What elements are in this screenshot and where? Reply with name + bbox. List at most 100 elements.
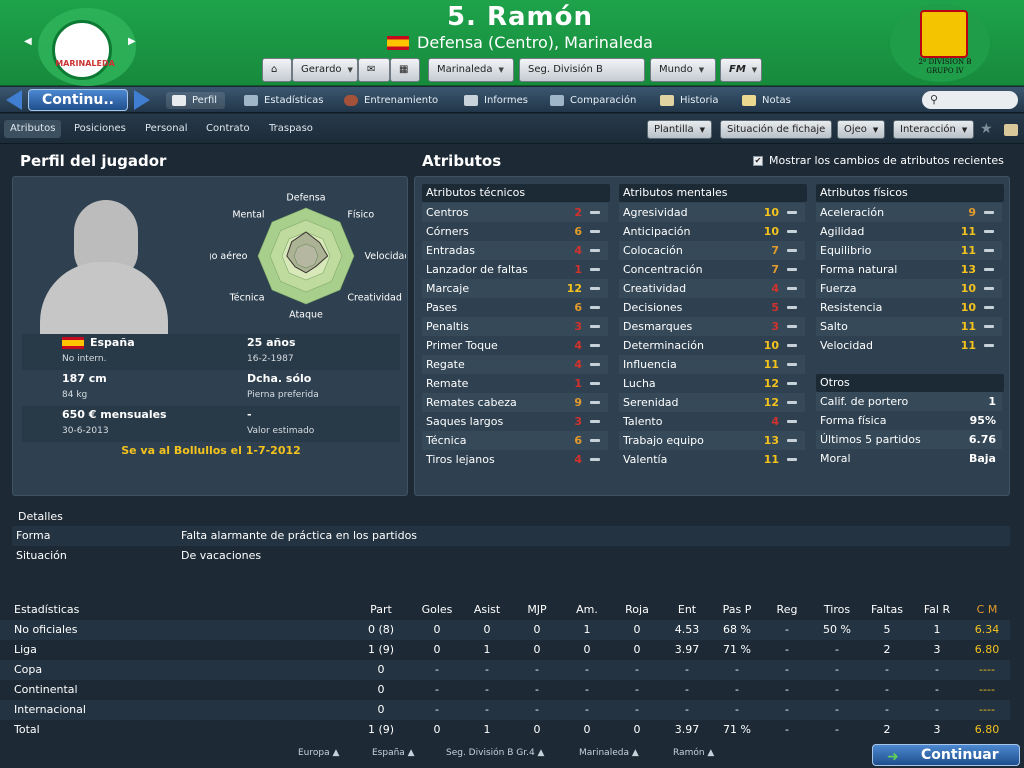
crest-prev-icon[interactable]: ◀	[24, 36, 32, 47]
tab-perfil[interactable]: Perfil	[166, 92, 226, 109]
attribute-name: Agresividad	[623, 206, 688, 219]
other-value: 95%	[969, 414, 996, 427]
details-heading: Detalles	[18, 510, 63, 523]
subtab-contrato[interactable]: Contrato	[200, 120, 256, 138]
star-icon[interactable]: ★	[980, 121, 993, 137]
attribute-value: 11	[960, 339, 976, 352]
attributes-heading: Atributos	[422, 152, 502, 170]
tab-historia[interactable]: Historia	[660, 92, 719, 109]
detail-value: Falta alarmante de práctica en los parti…	[181, 529, 418, 542]
attribute-value: 13	[960, 263, 976, 276]
plantilla-dropdown[interactable]: Plantilla ▼	[647, 120, 713, 139]
transfer-status-button[interactable]: Situación de fichaje	[720, 120, 833, 139]
continue-top-button[interactable]: Continu..	[28, 89, 128, 111]
stats-cell: -	[735, 683, 739, 696]
height-value: 187 cm	[62, 372, 107, 385]
stats-cell: 50 %	[823, 623, 851, 636]
stats-row: Total 1 (9) 0 1 0 0 0 3.97 71 % - - 2 3 6.80	[0, 720, 1010, 740]
club-crest-text: MARINALEDA	[55, 59, 115, 68]
stats-cell: 2	[883, 723, 891, 736]
tab-informes[interactable]: Informes	[464, 92, 528, 109]
continue-button[interactable]: ➜ Continuar	[872, 744, 1020, 766]
club-label: Marinaleda	[437, 64, 493, 75]
subtab-personal[interactable]: Personal	[139, 120, 194, 138]
back-arrow-icon[interactable]	[6, 90, 22, 110]
home-button[interactable]: ⌂	[262, 58, 292, 82]
subtab-traspaso[interactable]: Traspaso	[263, 120, 319, 138]
history-icon	[660, 95, 674, 106]
attribute-trend-icon	[590, 344, 600, 347]
stats-column-header: Tiros	[823, 603, 851, 616]
show-changes-checkbox[interactable]: ✔	[753, 156, 763, 166]
interaction-dropdown[interactable]: Interacción ▼	[893, 120, 975, 139]
attribute-name: Entradas	[426, 244, 475, 257]
inbox-button[interactable]: ✉	[358, 58, 390, 82]
attribute-row: Anticipación 10	[619, 222, 805, 241]
stats-cell: 0	[533, 643, 541, 656]
breadcrumb-item[interactable]: España ▲	[372, 748, 415, 758]
attribute-row: Serenidad 12	[619, 393, 805, 412]
stats-cell: ----	[979, 683, 995, 696]
stats-header-row: Estadísticas Part Goles Asist MJP Am. Roja Ent P…	[0, 600, 1010, 620]
attribute-trend-icon	[984, 211, 994, 214]
fm-menu-button[interactable]: FM ▼	[720, 58, 762, 82]
search-input[interactable]: ⚲	[922, 91, 1018, 109]
calendar-button[interactable]: ▦	[390, 58, 420, 82]
attribute-name: Saques largos	[426, 415, 504, 428]
league-logo[interactable]	[920, 10, 968, 58]
radar-label: Físico	[347, 210, 374, 221]
attribute-value: 4	[574, 358, 582, 371]
forward-arrow-icon[interactable]	[134, 90, 150, 110]
other-value: Baja	[968, 452, 996, 465]
stats-cell: -	[885, 683, 889, 696]
tab-estadisticas[interactable]: Estadísticas	[244, 92, 323, 109]
manager-dropdown[interactable]: Gerardo ▼	[292, 58, 358, 82]
scout-dropdown[interactable]: Ojeo ▼	[837, 120, 886, 139]
stats-cell: 3	[933, 643, 941, 656]
attribute-value: 3	[574, 415, 582, 428]
club-dropdown[interactable]: Marinaleda ▼	[428, 58, 514, 82]
tab-comparacion[interactable]: Comparación	[550, 92, 636, 109]
breadcrumb-item[interactable]: Marinaleda ▲	[579, 748, 639, 758]
attribute-name: Penaltis	[426, 320, 469, 333]
stats-cell: 2	[883, 643, 891, 656]
attribute-row: Centros 2	[422, 203, 608, 222]
attribute-row: Valentía 11	[619, 450, 805, 469]
attribute-name: Fuerza	[820, 282, 857, 295]
crest-next-icon[interactable]: ▶	[128, 36, 136, 47]
attribute-row: Primer Toque 4	[422, 336, 608, 355]
attribute-row: Penaltis 3	[422, 317, 608, 336]
tab-entrenamiento[interactable]: Entrenamiento	[344, 92, 438, 109]
attribute-trend-icon	[984, 287, 994, 290]
stats-cell: -	[585, 683, 589, 696]
subtab-posiciones[interactable]: Posiciones	[68, 120, 132, 138]
attribute-row: Resistencia 10	[816, 298, 1002, 317]
add-shortlist-icon[interactable]	[1004, 124, 1018, 136]
tab-notas[interactable]: Notas	[742, 92, 791, 109]
world-dropdown[interactable]: Mundo ▼	[650, 58, 716, 82]
stats-column-header: Estadísticas	[14, 603, 80, 616]
stats-cell: -	[435, 703, 439, 716]
attribute-trend-icon	[984, 344, 994, 347]
attribute-trend-icon	[787, 230, 797, 233]
stats-cell: 3.97	[674, 643, 700, 656]
breadcrumb-item[interactable]: Seg. División B Gr.4 ▲	[446, 748, 544, 758]
stats-cell: 0	[583, 723, 591, 736]
competition-dropdown[interactable]: Seg. División B Gr.4▼	[519, 58, 645, 97]
breadcrumb-item[interactable]: Europa ▲	[298, 748, 339, 758]
attribute-value: 4	[574, 339, 582, 352]
stats-cell: -	[535, 683, 539, 696]
other-row: Últimos 5 partidos 6.76	[816, 430, 1002, 449]
stats-cell: No oficiales	[14, 623, 78, 636]
club-crest[interactable]: MARINALEDA	[52, 20, 115, 80]
attribute-trend-icon	[590, 401, 600, 404]
radar-label: Juego aéreo	[210, 251, 248, 262]
subtab-atributos[interactable]: Atributos	[4, 120, 62, 138]
foot-label: Pierna preferida	[247, 390, 319, 400]
attribute-name: Serenidad	[623, 396, 679, 409]
attribute-row: Influencia 11	[619, 355, 805, 374]
attribute-trend-icon	[787, 458, 797, 461]
attribute-value: 4	[574, 244, 582, 257]
detail-label: Forma	[16, 529, 51, 542]
breadcrumb-item[interactable]: Ramón ▲	[673, 748, 714, 758]
